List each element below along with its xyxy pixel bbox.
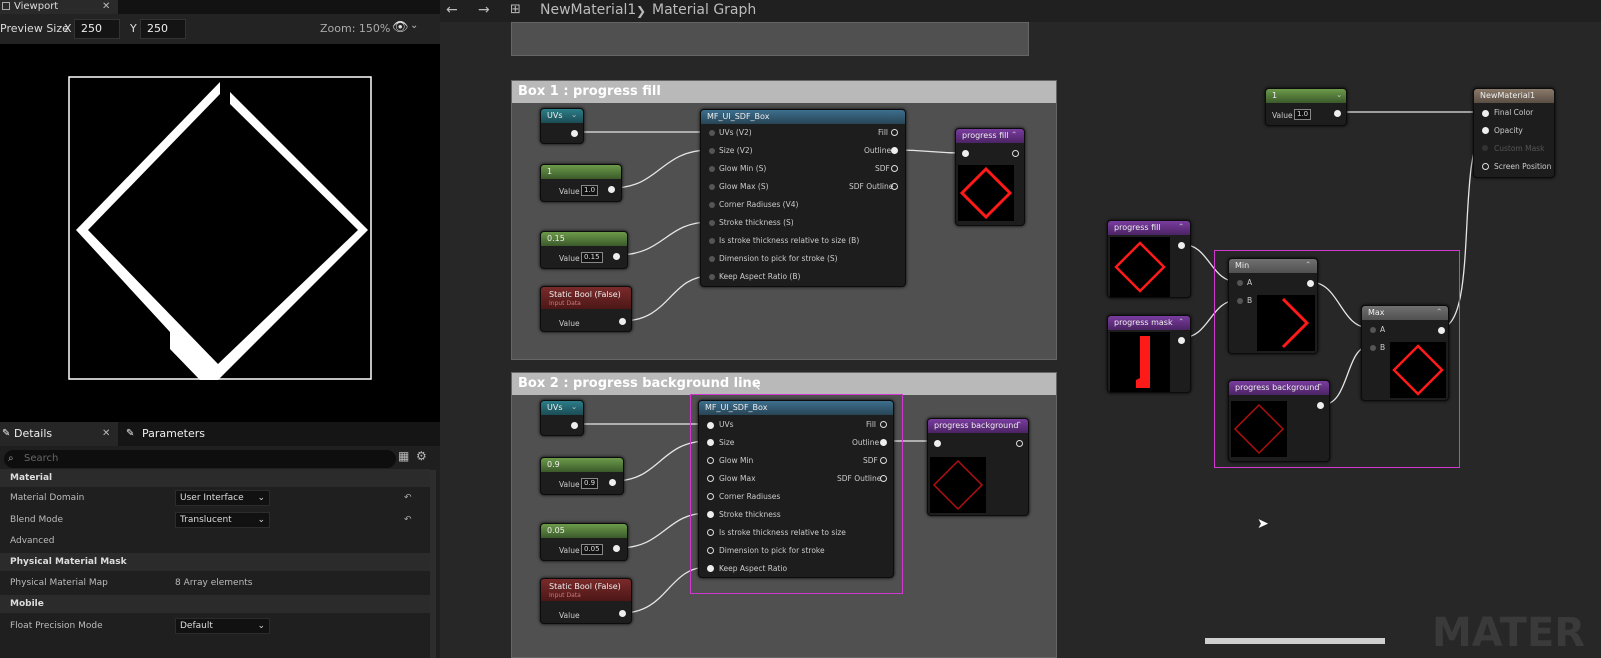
output-pin[interactable] — [613, 545, 620, 552]
value-label: Value — [559, 611, 580, 620]
input-pin[interactable] — [962, 150, 969, 157]
node-title: MF_UI_SDF_Box — [701, 110, 905, 124]
value-label: Value — [559, 187, 580, 196]
chevron-down-icon: ⌄ — [571, 402, 578, 411]
chevron-down-icon: ⌄ — [571, 110, 578, 119]
input-label: Final Color — [1494, 108, 1534, 117]
output-pin[interactable] — [609, 479, 616, 486]
chevron-up-icon: ⌃ — [1011, 130, 1018, 139]
node-title: 1 — [1266, 89, 1346, 103]
output-label: Fill — [878, 128, 889, 137]
mouse-cursor-icon: ➤ — [1257, 516, 1269, 532]
node-title: 0.05 — [541, 524, 627, 538]
chevron-down-icon: ⌄ — [1336, 90, 1343, 99]
value-field[interactable]: 0.05 — [581, 544, 603, 555]
input-label: UVs (V2) — [719, 128, 752, 137]
output-pin[interactable] — [1178, 242, 1185, 249]
input-label: Screen Position — [1494, 162, 1552, 171]
output-pin[interactable] — [891, 183, 898, 190]
value-label: Value — [1272, 111, 1293, 120]
node-title: progress background — [928, 419, 1028, 433]
output-pin[interactable] — [1334, 110, 1341, 117]
chevron-up-icon: ⌃ — [1178, 222, 1185, 231]
output-pin[interactable] — [1012, 150, 1019, 157]
output-pin[interactable] — [619, 318, 626, 325]
value-field[interactable]: 1.0 — [1294, 109, 1312, 120]
node-preview — [1110, 332, 1170, 392]
uvs-node-1[interactable]: UVs ⌄ — [540, 108, 584, 144]
value-label: Value — [559, 480, 580, 489]
input-label: Custom Mask — [1494, 144, 1545, 153]
progress-mask-node[interactable]: progress mask ⌃ — [1107, 315, 1191, 393]
chevron-up-icon: ⌃ — [1016, 420, 1023, 429]
node-title-bar: Static Bool (False) Input Data — [541, 579, 631, 601]
node-preview — [1110, 237, 1170, 297]
output-label: SDF — [875, 164, 890, 173]
input-label: Size (V2) — [719, 146, 753, 155]
node-preview — [930, 457, 986, 513]
value-label: Value — [559, 546, 580, 555]
progress-fill-node-1[interactable]: progress fill ⌃ — [955, 128, 1025, 226]
node-title: 0.9 — [541, 458, 623, 472]
value-label: Value — [559, 319, 580, 328]
output-pin[interactable] — [608, 186, 615, 193]
constant-node-09[interactable]: 0.9 Value 0.9 — [540, 457, 624, 495]
output-pin[interactable] — [619, 610, 626, 617]
output-pin[interactable] — [891, 147, 898, 154]
static-bool-node-2[interactable]: Static Bool (False) Input Data Value — [540, 578, 632, 624]
node-subtitle: Input Data — [549, 592, 581, 599]
progress-background-node-1[interactable]: progress background ⌃ — [927, 418, 1029, 516]
output-label: SDF Outline — [849, 182, 894, 191]
value-field[interactable]: 0.9 — [581, 478, 599, 489]
static-bool-node-1[interactable]: Static Bool (False) Input Data Value — [540, 286, 632, 332]
watermark: MATER — [1432, 610, 1586, 656]
constant-node-1[interactable]: 1 Value 1.0 — [540, 164, 622, 202]
output-pin[interactable] — [613, 253, 620, 260]
input-label: Stroke thickness (S) — [719, 218, 794, 227]
output-pin[interactable] — [571, 422, 578, 429]
node-title: 0.15 — [541, 232, 627, 246]
input-label: Corner Radiuses (V4) — [719, 200, 799, 209]
node-subtitle: Input Data — [549, 300, 581, 307]
output-pin[interactable] — [1178, 337, 1185, 344]
input-label: Opacity — [1494, 126, 1523, 135]
mouse-cursor-icon: ↖ — [752, 380, 762, 393]
node-title-bar: Static Bool (False) Input Data — [541, 287, 631, 309]
input-label: Glow Max (S) — [719, 182, 769, 191]
chevron-up-icon: ⌃ — [1178, 317, 1185, 326]
selection-outline — [690, 394, 903, 594]
bottom-bar — [1205, 638, 1385, 644]
result-node[interactable]: NewMaterial1 Final Color Opacity Custom … — [1473, 88, 1555, 178]
output-pin[interactable] — [1016, 440, 1023, 447]
input-label: Is stroke thickness relative to size (B) — [719, 236, 860, 245]
node-title: 1 — [541, 165, 621, 179]
output-label: Outline — [864, 146, 892, 155]
node-preview — [958, 165, 1014, 221]
input-label: Glow Min (S) — [719, 164, 767, 173]
progress-fill-node-2[interactable]: progress fill ⌃ — [1107, 220, 1191, 298]
input-pin[interactable] — [934, 440, 941, 447]
uvs-node-2[interactable]: UVs ⌄ — [540, 400, 584, 436]
input-label: Keep Aspect Ratio (B) — [719, 272, 801, 281]
node-title: NewMaterial1 — [1474, 89, 1554, 103]
selection-outline — [1214, 250, 1460, 468]
constant-node-top[interactable]: 1 ⌄ Value 1.0 — [1265, 88, 1347, 126]
value-field[interactable]: 1.0 — [581, 185, 599, 196]
value-field[interactable]: 0.15 — [581, 252, 603, 263]
output-pin[interactable] — [891, 129, 898, 136]
value-label: Value — [559, 254, 580, 263]
constant-node-005[interactable]: 0.05 Value 0.05 — [540, 523, 628, 561]
sdf-box-node-1[interactable]: MF_UI_SDF_Box UVs (V2) Size (V2) Glow Mi… — [700, 109, 906, 287]
input-label: Dimension to pick for stroke (S) — [719, 254, 838, 263]
output-pin[interactable] — [571, 130, 578, 137]
output-pin[interactable] — [891, 165, 898, 172]
constant-node-015[interactable]: 0.15 Value 0.15 — [540, 231, 628, 269]
